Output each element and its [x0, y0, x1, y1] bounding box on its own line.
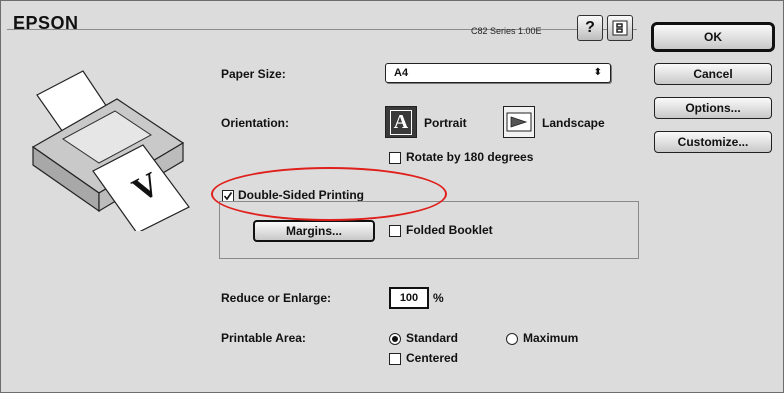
folded-booklet-label[interactable]: Folded Booklet [406, 223, 493, 237]
standard-label[interactable]: Standard [406, 331, 458, 345]
margins-button[interactable]: Margins... [253, 220, 375, 242]
maximum-label[interactable]: Maximum [523, 331, 578, 345]
rotate-label[interactable]: Rotate by 180 degrees [406, 150, 533, 164]
driver-version: C82 Series 1.00E [471, 26, 542, 36]
percent-unit: % [433, 291, 444, 305]
brand-logo: EPSON [13, 13, 79, 33]
maximum-radio[interactable] [506, 333, 518, 345]
portrait-icon: A [389, 109, 413, 135]
paper-size-value: A4 [394, 67, 409, 79]
orientation-label: Orientation: [221, 116, 289, 130]
help-button[interactable]: ? [577, 15, 603, 41]
help-icon: ? [585, 19, 595, 36]
printable-area-label: Printable Area: [221, 331, 306, 345]
portrait-label[interactable]: Portrait [424, 116, 467, 130]
landscape-label[interactable]: Landscape [542, 116, 605, 130]
paper-size-select[interactable]: A4 ⬍ [385, 63, 611, 83]
printer-utility-icon [612, 20, 628, 36]
portrait-option[interactable]: A [385, 106, 417, 138]
select-arrows-icon: ⬍ [593, 67, 602, 78]
customize-button[interactable]: Customize... [654, 131, 772, 153]
page-setup-dialog: EPSON C82 Series 1.00E ? OK Cancel Optio… [0, 0, 784, 393]
reduce-enlarge-input[interactable]: 100 [389, 287, 429, 309]
landscape-option[interactable] [503, 106, 535, 138]
landscape-icon [506, 112, 532, 132]
standard-radio[interactable] [389, 333, 401, 345]
ok-button[interactable]: OK [651, 22, 775, 52]
cancel-button[interactable]: Cancel [654, 63, 772, 85]
rotate-checkbox[interactable] [389, 152, 401, 164]
centered-label[interactable]: Centered [406, 351, 458, 365]
options-button[interactable]: Options... [654, 97, 772, 119]
folded-booklet-checkbox[interactable] [389, 225, 401, 237]
printer-illustration: V [31, 70, 190, 231]
checkmark-icon [223, 192, 233, 201]
reduce-enlarge-label: Reduce or Enlarge: [221, 291, 332, 305]
printer-utility-button[interactable] [607, 15, 633, 41]
paper-size-label: Paper Size: [221, 67, 286, 81]
centered-checkbox[interactable] [389, 353, 401, 365]
brand-bar: EPSON [7, 9, 637, 33]
double-sided-label[interactable]: Double-Sided Printing [238, 188, 364, 202]
